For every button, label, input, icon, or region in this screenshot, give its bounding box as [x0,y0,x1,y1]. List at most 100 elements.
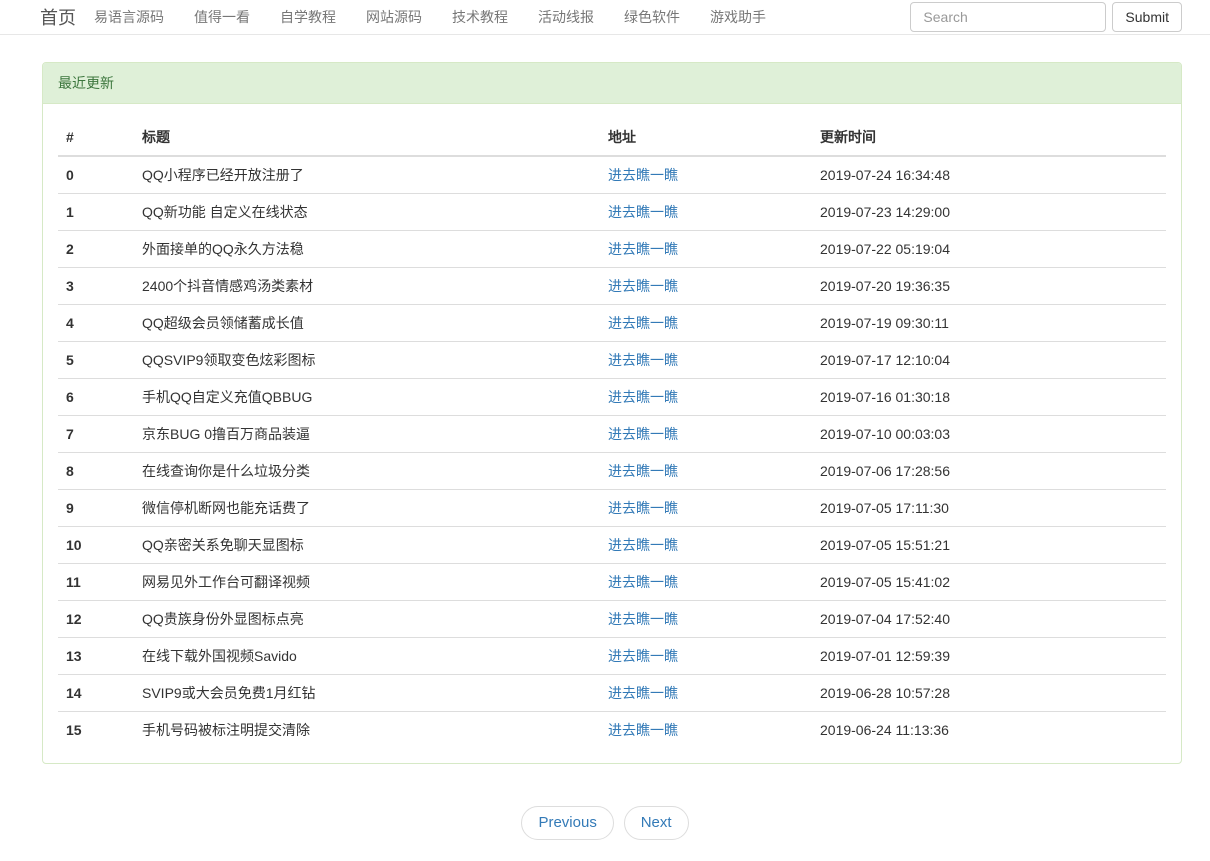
table-row: 12 QQ贵族身份外显图标点亮 进去瞧一瞧 2019-07-04 17:52:4… [58,601,1166,638]
row-visit-link[interactable]: 进去瞧一瞧 [608,426,678,442]
row-title: 2400个抖音情感鸡汤类素材 [134,268,600,305]
row-updated-time: 2019-07-22 05:19:04 [812,231,1166,268]
row-index: 15 [58,712,134,749]
nav-item-link[interactable]: 自学教程 [280,7,336,27]
row-index: 6 [58,379,134,416]
row-title: SVIP9或大会员免费1月红钻 [134,675,600,712]
row-visit-link[interactable]: 进去瞧一瞧 [608,574,678,590]
row-index: 12 [58,601,134,638]
table-row: 8 在线查询你是什么垃圾分类 进去瞧一瞧 2019-07-06 17:28:56 [58,453,1166,490]
row-updated-time: 2019-07-05 15:51:21 [812,527,1166,564]
table-row: 0 QQ小程序已经开放注册了 进去瞧一瞧 2019-07-24 16:34:48 [58,156,1166,194]
row-title: QQSVIP9领取变色炫彩图标 [134,342,600,379]
pagination-next-button[interactable]: Next [624,806,689,840]
nav-item: 值得一看 [194,7,280,27]
row-visit-link[interactable]: 进去瞧一瞧 [608,722,678,738]
row-updated-time: 2019-07-23 14:29:00 [812,194,1166,231]
row-visit-link[interactable]: 进去瞧一瞧 [608,352,678,368]
row-title: 外面接单的QQ永久方法稳 [134,231,600,268]
nav-item-link[interactable]: 技术教程 [452,7,508,27]
row-title: 在线查询你是什么垃圾分类 [134,453,600,490]
nav-item-link[interactable]: 绿色软件 [624,7,680,27]
row-index: 2 [58,231,134,268]
row-updated-time: 2019-06-24 11:13:36 [812,712,1166,749]
row-title: 在线下载外国视频Savido [134,638,600,675]
row-index: 13 [58,638,134,675]
row-visit-link[interactable]: 进去瞧一瞧 [608,241,678,257]
row-title: QQ小程序已经开放注册了 [134,156,600,194]
row-visit-link[interactable]: 进去瞧一瞧 [608,500,678,516]
nav-item-link[interactable]: 值得一看 [194,7,250,27]
row-index: 5 [58,342,134,379]
column-header-index: # [58,119,134,156]
row-updated-time: 2019-07-05 15:41:02 [812,564,1166,601]
row-index: 10 [58,527,134,564]
row-index: 8 [58,453,134,490]
row-title: 手机号码被标注明提交清除 [134,712,600,749]
row-visit-link[interactable]: 进去瞧一瞧 [608,167,678,183]
row-index: 0 [58,156,134,194]
table-row: 3 2400个抖音情感鸡汤类素材 进去瞧一瞧 2019-07-20 19:36:… [58,268,1166,305]
table-row: 14 SVIP9或大会员免费1月红钻 进去瞧一瞧 2019-06-28 10:5… [58,675,1166,712]
row-updated-time: 2019-07-04 17:52:40 [812,601,1166,638]
table-row: 10 QQ亲密关系免聊天显图标 进去瞧一瞧 2019-07-05 15:51:2… [58,527,1166,564]
row-index: 4 [58,305,134,342]
table-row: 7 京东BUG 0撸百万商品装逼 进去瞧一瞧 2019-07-10 00:03:… [58,416,1166,453]
table-row: 15 手机号码被标注明提交清除 进去瞧一瞧 2019-06-24 11:13:3… [58,712,1166,749]
nav-item: 网站源码 [366,7,452,27]
nav-brand-home[interactable]: 首页 [40,4,76,30]
row-updated-time: 2019-07-24 16:34:48 [812,156,1166,194]
row-title: 京东BUG 0撸百万商品装逼 [134,416,600,453]
row-visit-link[interactable]: 进去瞧一瞧 [608,463,678,479]
row-visit-link[interactable]: 进去瞧一瞧 [608,537,678,553]
recent-updates-panel: 最近更新 # 标题 地址 更新时间 0 QQ小程序已经开放注册了 进去瞧一瞧 2… [42,62,1182,764]
row-updated-time: 2019-07-05 17:11:30 [812,490,1166,527]
column-header-updated: 更新时间 [812,119,1166,156]
row-index: 11 [58,564,134,601]
table-row: 9 微信停机断网也能充话费了 进去瞧一瞧 2019-07-05 17:11:30 [58,490,1166,527]
panel-body: # 标题 地址 更新时间 0 QQ小程序已经开放注册了 进去瞧一瞧 2019-0… [43,104,1181,763]
nav-item: 技术教程 [452,7,538,27]
row-index: 3 [58,268,134,305]
row-title: QQ超级会员领储蓄成长值 [134,305,600,342]
row-index: 7 [58,416,134,453]
row-updated-time: 2019-07-20 19:36:35 [812,268,1166,305]
row-visit-link[interactable]: 进去瞧一瞧 [608,315,678,331]
nav-item-link[interactable]: 易语言源码 [94,7,164,27]
nav-item-link[interactable]: 网站源码 [366,7,422,27]
row-updated-time: 2019-07-19 09:30:11 [812,305,1166,342]
table-row: 6 手机QQ自定义充值QBBUG 进去瞧一瞧 2019-07-16 01:30:… [58,379,1166,416]
row-visit-link[interactable]: 进去瞧一瞧 [608,648,678,664]
row-visit-link[interactable]: 进去瞧一瞧 [608,685,678,701]
table-header-row: # 标题 地址 更新时间 [58,119,1166,156]
row-title: QQ新功能 自定义在线状态 [134,194,600,231]
table-row: 4 QQ超级会员领储蓄成长值 进去瞧一瞧 2019-07-19 09:30:11 [58,305,1166,342]
submit-button[interactable]: Submit [1112,2,1182,32]
updates-table: # 标题 地址 更新时间 0 QQ小程序已经开放注册了 进去瞧一瞧 2019-0… [58,119,1166,748]
nav-item: 游戏助手 [710,7,796,27]
row-title: QQ贵族身份外显图标点亮 [134,601,600,638]
nav-item-link[interactable]: 活动线报 [538,7,594,27]
row-visit-link[interactable]: 进去瞧一瞧 [608,389,678,405]
top-navbar: 首页 易语言源码 值得一看 自学教程 网站源码 技术教程 活动线报 绿色软件 游… [0,0,1210,35]
pagination-previous-button[interactable]: Previous [521,806,613,840]
row-index: 14 [58,675,134,712]
table-row: 2 外面接单的QQ永久方法稳 进去瞧一瞧 2019-07-22 05:19:04 [58,231,1166,268]
search-form: Submit [910,2,1182,32]
row-visit-link[interactable]: 进去瞧一瞧 [608,611,678,627]
row-index: 9 [58,490,134,527]
row-title: 网易见外工作台可翻译视频 [134,564,600,601]
panel-title: 最近更新 [43,63,1181,104]
row-visit-link[interactable]: 进去瞧一瞧 [608,204,678,220]
row-index: 1 [58,194,134,231]
row-updated-time: 2019-07-06 17:28:56 [812,453,1166,490]
table-row: 1 QQ新功能 自定义在线状态 进去瞧一瞧 2019-07-23 14:29:0… [58,194,1166,231]
row-visit-link[interactable]: 进去瞧一瞧 [608,278,678,294]
nav-menu: 易语言源码 值得一看 自学教程 网站源码 技术教程 活动线报 绿色软件 游戏助手 [94,7,796,27]
search-input[interactable] [910,2,1106,32]
row-updated-time: 2019-07-17 12:10:04 [812,342,1166,379]
nav-item-link[interactable]: 游戏助手 [710,7,766,27]
table-row: 5 QQSVIP9领取变色炫彩图标 进去瞧一瞧 2019-07-17 12:10… [58,342,1166,379]
row-title: 微信停机断网也能充话费了 [134,490,600,527]
row-title: 手机QQ自定义充值QBBUG [134,379,600,416]
